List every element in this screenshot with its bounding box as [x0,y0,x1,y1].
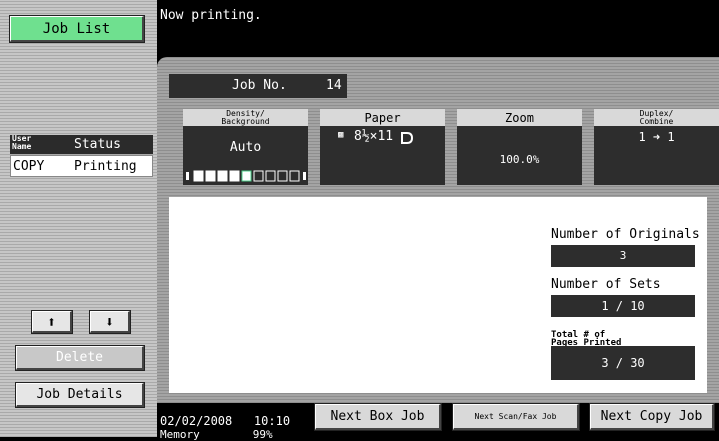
density-level-scale [186,170,306,182]
job-user-cell: COPY [13,159,45,174]
arrow-up-icon: ⬆ [46,312,57,331]
user-name-column-header: User Name [12,134,32,151]
delete-button[interactable]: Delete [16,346,144,370]
density-level-cell [265,170,276,182]
density-tile: Auto [183,126,308,185]
zoom-value: 100.0% [499,153,540,166]
density-level-cell [217,170,228,182]
pages-printed-label: Total # of Pages Printed [551,330,622,348]
memory-status: Memory 99% [160,428,273,441]
density-level-cell [241,170,252,182]
zoom-header: Zoom [457,109,582,126]
density-level-cell [253,170,264,182]
job-number-box: Job No. 14 [169,74,347,98]
job-list-button[interactable]: Job List [10,16,144,42]
density-value: Auto [229,140,262,155]
job-list-row[interactable]: COPY Printing [10,155,153,177]
next-copy-job-button[interactable]: Next Copy Job [590,404,714,430]
sets-label: Number of Sets [551,277,661,292]
status-column-header: Status [74,137,121,152]
next-scan-fax-job-button[interactable]: Next Scan/Fax Job [453,404,579,430]
scroll-up-button[interactable]: ⬆ [32,311,72,333]
job-list-header: User Name Status [10,135,153,154]
density-level-cell [205,170,216,182]
scroll-down-button[interactable]: ⬇ [90,311,130,333]
sets-value: 1 / 10 [551,295,695,317]
job-details-button[interactable]: Job Details [16,383,144,407]
date-time: 02/02/2008 10:10 [160,414,291,428]
job-number-value: 14 [326,78,342,93]
paper-tile: ▩ 8½×11 [320,126,445,185]
zoom-tile: 100.0% [457,126,582,185]
paper-size-value: 8½×11 [354,129,394,144]
density-level-cell [193,170,204,182]
job-number-label: Job No. [232,78,287,93]
job-list-panel [0,0,157,437]
arrow-down-icon: ⬇ [104,312,115,331]
density-level-cell [289,170,300,182]
duplex-header: Duplex/Combine [594,109,719,126]
next-box-job-button[interactable]: Next Box Job [315,404,441,430]
originals-label: Number of Originals [551,227,700,242]
originals-value: 3 [551,245,695,267]
density-level-cell [229,170,240,182]
status-message: Now printing. [160,8,262,23]
duplex-value: 1 ➜ 1 [638,130,675,144]
tray-icon: ▩ [338,130,344,140]
paper-header: Paper [320,109,445,126]
job-status-cell: Printing [74,159,137,174]
paper-orientation-icon [401,132,413,144]
density-level-cell [277,170,288,182]
pages-printed-value: 3 / 30 [551,346,695,380]
density-header: Density/Background [183,109,308,126]
duplex-tile: 1 ➜ 1 [594,126,719,185]
